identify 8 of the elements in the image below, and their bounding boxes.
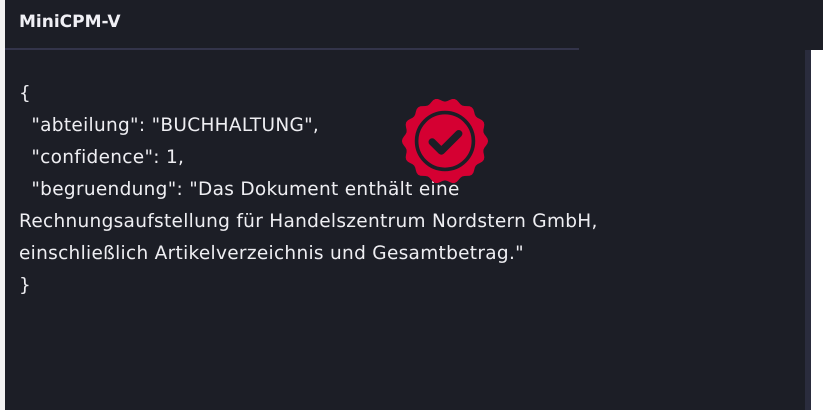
response-line: Rechnungsaufstellung für Handelszentrum Nordstern GmbH, xyxy=(19,210,599,234)
response-line: einschließlich Artikelverzeichnis und Gesamtbetrag." xyxy=(19,242,525,266)
model-name: MiniCPM-V xyxy=(18,11,122,34)
response-line: { xyxy=(19,82,32,106)
response-line: } xyxy=(19,274,32,298)
response-line: "abteilung": "BUCHHALTUNG", xyxy=(30,114,320,138)
response-line: "confidence": 1, xyxy=(30,146,186,170)
response-line: "begruendung": "Das Dokument enthält eine xyxy=(30,178,461,202)
